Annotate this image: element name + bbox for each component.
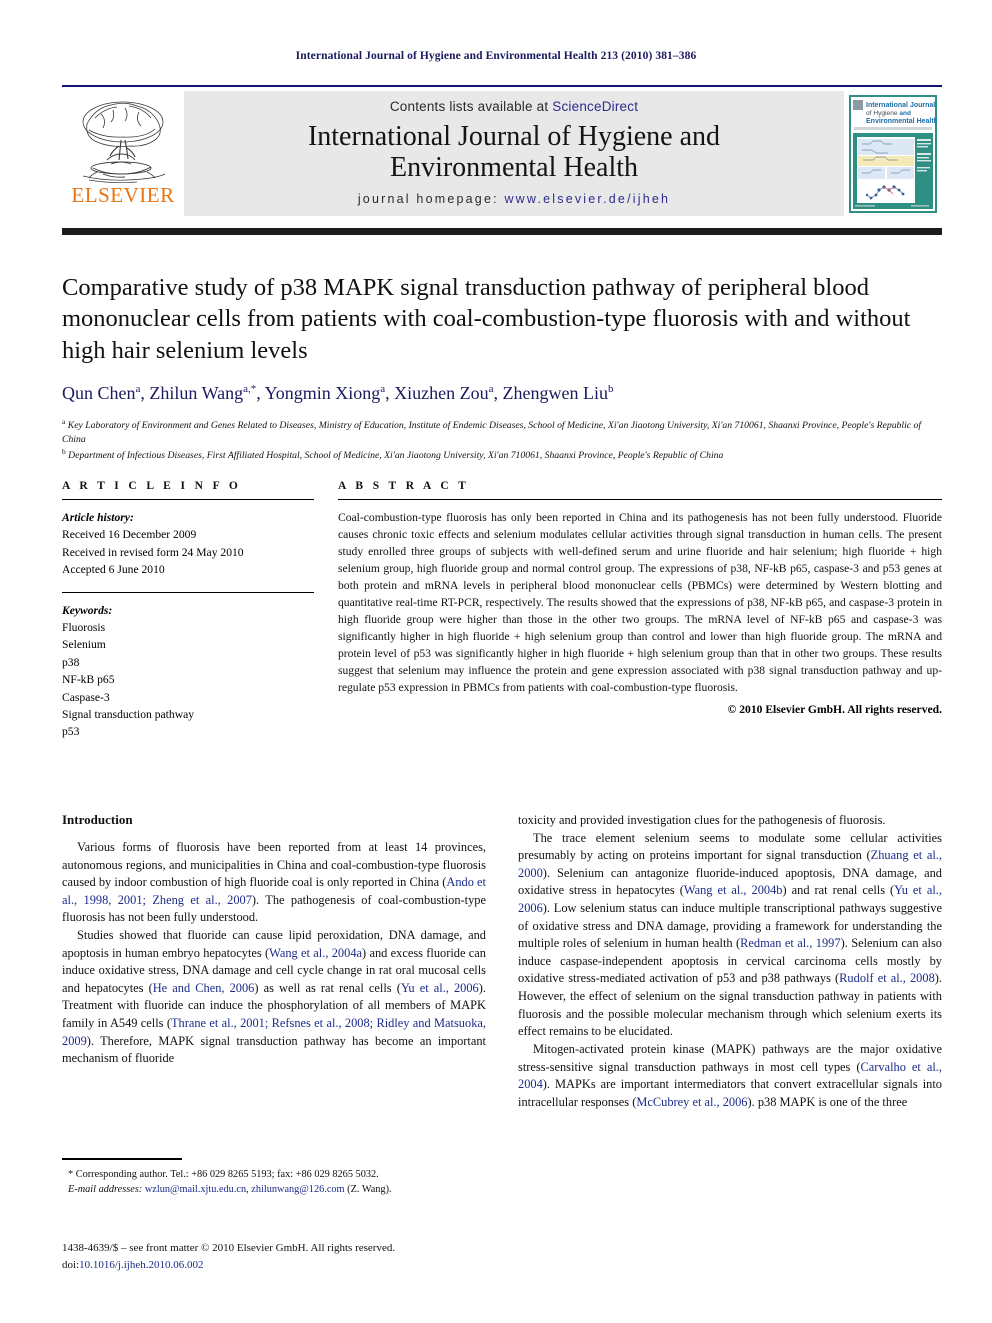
affiliation-b: b Department of Infectious Diseases, Fir… (62, 447, 724, 462)
keyword-item: Fluorosis (62, 620, 106, 634)
journal-article-page: International Journal of Hygiene and Env… (0, 0, 992, 1323)
svg-text:of Hygiene and: of Hygiene and (866, 110, 911, 117)
elsevier-tree-icon (82, 101, 166, 184)
email-suffix: (Z. Wang). (347, 1183, 392, 1195)
running-head: International Journal of Hygiene and Env… (295, 50, 697, 62)
divider (338, 499, 942, 500)
paragraph: toxicity and provided investigation clue… (518, 813, 886, 827)
introduction-heading: Introduction (62, 812, 133, 827)
history-item: Accepted 6 June 2010 (62, 563, 165, 577)
journal-title-line-2: Environmental Health (389, 152, 639, 183)
email-link-2[interactable]: zhilunwang@126.com (251, 1184, 344, 1195)
paragraph: The trace element selenium seems to modu… (518, 830, 943, 1039)
abstract-copyright: © 2010 Elsevier GmbH. All rights reserve… (727, 703, 942, 717)
front-matter-line: 1438-4639/$ – see front matter © 2010 El… (62, 1242, 396, 1254)
article-info-heading: A R T I C L E I N F O (62, 480, 242, 492)
journal-masthead: ELSEVIER Contents lists available at Sci… (62, 85, 942, 216)
sciencedirect-link[interactable]: ScienceDirect (552, 99, 638, 114)
doi-link[interactable]: 10.1016/j.ijheh.2010.06.002 (79, 1259, 203, 1271)
abstract-text: Coal-combustion-type fluorosis has only … (338, 511, 942, 695)
body-right-column: toxicity and provided investigation clue… (518, 812, 942, 1111)
doi-label: doi: (62, 1258, 80, 1271)
divider (62, 591, 314, 593)
info-abstract-row: A R T I C L E I N F O Article history: R… (62, 480, 942, 741)
affiliation-b-text: Department of Infectious Diseases, First… (68, 450, 724, 462)
keyword-item: Selenium (62, 638, 106, 652)
journal-title: International Journal of Hygiene and Env… (308, 121, 720, 184)
keyword-item: Caspase-3 (62, 690, 110, 704)
history-item: Received in revised form 24 May 2010 (62, 545, 244, 559)
article-body: Introduction Various forms of fluorosis … (62, 812, 942, 1111)
keyword-item: p53 (62, 725, 80, 739)
footnote-block: * Corresponding author. Tel.: +86 029 82… (62, 1158, 486, 1197)
footnote-rule (62, 1158, 182, 1160)
paragraph: Various forms of fluorosis have been rep… (62, 840, 487, 925)
corresponding-author-note: * Corresponding author. Tel.: +86 029 82… (68, 1168, 379, 1180)
journal-cover-image: International Journal of Hygiene and Env… (849, 94, 937, 213)
paragraph: Mitogen-activated protein kinase (MAPK) … (518, 1041, 942, 1109)
paragraph: Studies showed that fluoride can cause l… (62, 928, 486, 1066)
affiliation-a: a Key Laboratory of Environment and Gene… (62, 417, 922, 446)
masthead-bottom-rule (62, 228, 942, 235)
masthead-center-panel: Contents lists available at ScienceDirec… (184, 91, 844, 216)
elsevier-wordmark: ELSEVIER (71, 183, 175, 207)
homepage-url-link[interactable]: www.elsevier.de/ijheh (504, 192, 670, 206)
svg-text:Environmental Health: Environmental Health (866, 118, 937, 125)
affiliations: a Key Laboratory of Environment and Gene… (62, 417, 942, 464)
abstract-column: A B S T R A C T Coal-combustion-type flu… (338, 480, 942, 741)
svg-text:International Journal: International Journal (866, 102, 935, 109)
contents-prefix: Contents lists available at (389, 98, 553, 114)
abstract-heading: A B S T R A C T (338, 480, 470, 492)
author-list: Qun Chena, Zhilun Wanga,*, Yongmin Xiong… (62, 383, 614, 404)
contents-available-line: Contents lists available at ScienceDirec… (390, 99, 638, 114)
email-link-1[interactable]: wzlun@mail.xjtu.edu.cn (145, 1184, 246, 1195)
email-label: E-mail addresses: (68, 1183, 143, 1195)
keyword-item: NF-kB p65 (62, 673, 115, 687)
article-info-column: A R T I C L E I N F O Article history: R… (62, 480, 314, 741)
front-matter-block: 1438-4639/$ – see front matter © 2010 El… (62, 1240, 622, 1273)
page-title: Comparative study of p38 MAPK signal tra… (62, 274, 911, 364)
email-addresses-note: E-mail addresses: wzlun@mail.xjtu.edu.cn… (68, 1183, 392, 1195)
article-header: Comparative study of p38 MAPK signal tra… (62, 272, 942, 464)
doi-line: doi:10.1016/j.ijheh.2010.06.002 (62, 1257, 622, 1274)
article-history-label: Article history: (62, 511, 134, 524)
journal-title-line-1: International Journal of Hygiene and (307, 120, 721, 152)
journal-homepage-line: journal homepage: www.elsevier.de/ijheh (358, 192, 670, 206)
keyword-item: Signal transduction pathway (62, 707, 195, 721)
keywords-label: Keywords: (62, 603, 113, 617)
affiliation-a-text: Key Laboratory of Environment and Genes … (62, 420, 922, 446)
history-item: Received 16 December 2009 (62, 528, 197, 542)
body-left-column: Introduction Various forms of fluorosis … (62, 812, 486, 1111)
journal-cover-thumbnail: International Journal of Hygiene and Env… (844, 91, 942, 216)
keyword-item: p38 (62, 655, 80, 669)
elsevier-logo: ELSEVIER (62, 91, 184, 216)
homepage-prefix: journal homepage: (357, 192, 505, 207)
divider (62, 499, 314, 500)
